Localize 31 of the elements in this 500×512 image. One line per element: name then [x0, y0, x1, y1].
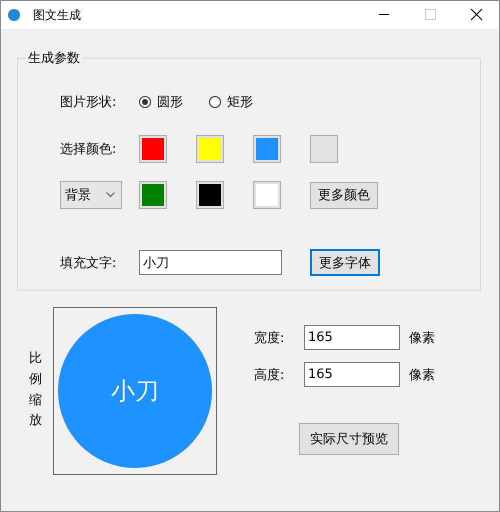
radio-label[interactable]: 圆形: [157, 93, 183, 111]
color-swatch[interactable]: [310, 135, 338, 163]
size-label: 高度:: [254, 366, 286, 384]
fill-text-field[interactable]: 小刀: [139, 250, 282, 275]
size-field[interactable]: 165: [304, 362, 400, 387]
unit-label: 像素: [409, 366, 435, 384]
shape-label: 图片形状:: [60, 94, 118, 111]
color-label: 选择颜色:: [60, 141, 118, 158]
color-swatch[interactable]: [253, 181, 281, 209]
color-swatch[interactable]: [139, 135, 167, 163]
unit-label: 像素: [409, 330, 435, 346]
radio-label[interactable]: 矩形: [227, 93, 253, 111]
color-swatch[interactable]: [253, 135, 281, 163]
chevron-icon: [106, 192, 115, 198]
app-icon: [8, 9, 20, 21]
size-field[interactable]: 165: [304, 325, 400, 350]
more-colors-button[interactable]: 更多颜色: [310, 182, 378, 208]
color-swatch[interactable]: [139, 181, 167, 209]
size-label: 宽度:: [254, 330, 286, 346]
radio-button[interactable]: [139, 96, 151, 108]
window-title: 图文生成: [33, 6, 81, 24]
radio-button[interactable]: [209, 96, 221, 108]
preview-text: 小刀: [111, 376, 159, 407]
preview-button[interactable]: 实际尺寸预览: [299, 423, 399, 455]
fill-text-label: 填充文字:: [60, 254, 118, 272]
color-swatch[interactable]: [196, 135, 224, 163]
target-dropdown[interactable]: 背景: [60, 181, 122, 209]
color-swatch[interactable]: [196, 181, 224, 209]
more-fonts-button[interactable]: 更多字体: [310, 249, 380, 276]
scale-label: 比例缩放: [29, 350, 42, 430]
group-title: 生成参数: [27, 50, 81, 67]
